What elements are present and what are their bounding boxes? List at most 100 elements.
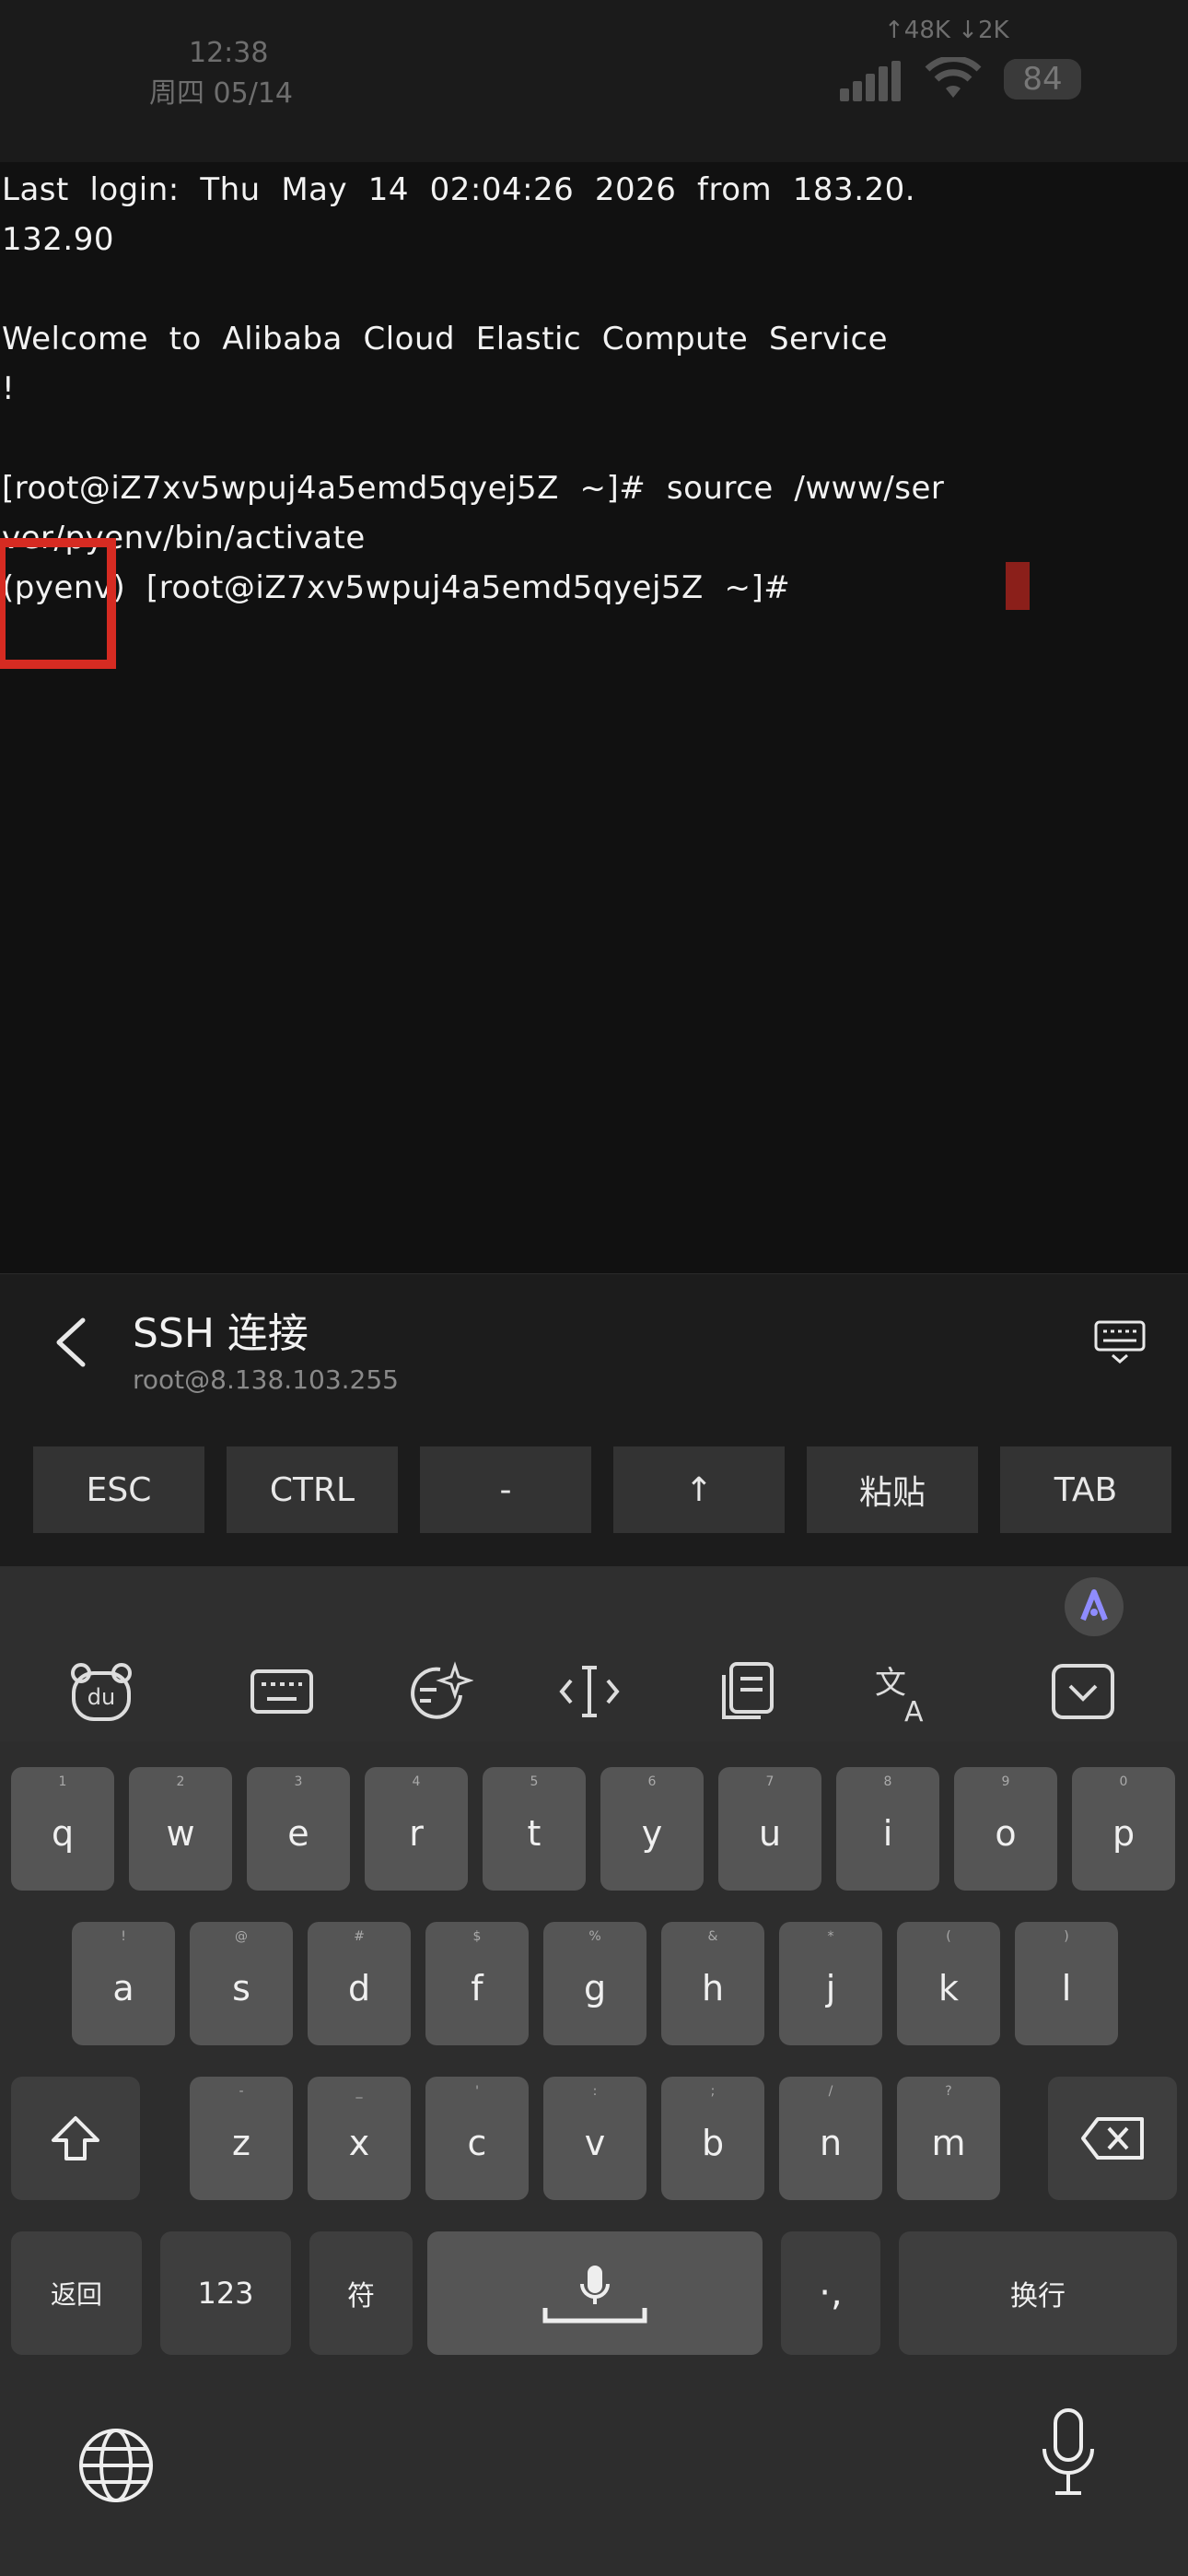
key-q[interactable]: 1q bbox=[11, 1767, 114, 1891]
translate-icon[interactable]: 文 A bbox=[868, 1657, 938, 1727]
key-p[interactable]: 0p bbox=[1072, 1767, 1175, 1891]
key-g[interactable]: % g bbox=[543, 1922, 646, 2045]
numbers-key[interactable]: 123 bbox=[160, 2231, 291, 2355]
key-hint: 7 bbox=[765, 1774, 775, 1789]
svg-text:A: A bbox=[904, 1696, 924, 1727]
battery-icon: 84 bbox=[1004, 59, 1081, 100]
up-arrow-key[interactable]: ↑ bbox=[613, 1446, 785, 1533]
punctuation-key[interactable]: ·, bbox=[781, 2231, 880, 2355]
key-l[interactable]: ) l bbox=[1015, 1922, 1118, 2045]
key-k[interactable]: (k bbox=[897, 1922, 1000, 2045]
keyboard-layout-icon[interactable] bbox=[247, 1657, 317, 1727]
key-label: v bbox=[584, 2123, 606, 2163]
key-label: t bbox=[527, 1813, 542, 1854]
dash-key[interactable]: - bbox=[420, 1446, 591, 1533]
key-label: j bbox=[825, 1968, 836, 2008]
key-hint: 2 bbox=[176, 1774, 185, 1789]
emoji-sparkle-icon[interactable] bbox=[403, 1657, 473, 1727]
network-speed: ↑48K ↓2K bbox=[884, 17, 1009, 44]
terminal-output[interactable]: Last login: Thu May 14 02:04:26 2026 fro… bbox=[0, 162, 1188, 1273]
globe-icon[interactable] bbox=[77, 2427, 155, 2504]
status-bar: 12:38 周四 05/14 ↑48K ↓2K 84 bbox=[0, 0, 1188, 162]
shift-key[interactable] bbox=[11, 2077, 140, 2200]
key-label: r bbox=[409, 1813, 424, 1854]
backspace-key[interactable] bbox=[1048, 2077, 1177, 2200]
key-hint: ! bbox=[121, 1929, 126, 1944]
status-date: 周四 05/14 bbox=[149, 77, 293, 110]
key-a[interactable]: ! a bbox=[72, 1922, 175, 2045]
key-t[interactable]: 5t bbox=[483, 1767, 586, 1891]
key-j[interactable]: * j bbox=[779, 1922, 882, 2045]
key-w[interactable]: 2w bbox=[129, 1767, 232, 1891]
terminal-line: Last login: Thu May 14 02:04:26 2026 fro… bbox=[2, 171, 916, 208]
key-o[interactable]: 9o bbox=[954, 1767, 1057, 1891]
ctrl-key[interactable]: CTRL bbox=[227, 1446, 398, 1533]
symbols-key[interactable]: 符 bbox=[309, 2231, 413, 2355]
space-key[interactable] bbox=[427, 2231, 763, 2355]
key-hint: % bbox=[588, 1929, 601, 1944]
key-s[interactable]: @ s bbox=[190, 1922, 293, 2045]
key-u[interactable]: 7u bbox=[718, 1767, 821, 1891]
session-host: root@8.138.103.255 bbox=[133, 1364, 399, 1395]
key-i[interactable]: 8i bbox=[836, 1767, 939, 1891]
terminal-cursor bbox=[1006, 562, 1030, 610]
annotation-highlight-box bbox=[0, 538, 116, 669]
key-label: b bbox=[701, 2123, 725, 2163]
key-label: i bbox=[882, 1813, 893, 1854]
back-arrow-icon[interactable] bbox=[42, 1313, 101, 1372]
key-n[interactable]: / n bbox=[779, 2077, 882, 2200]
keyboard-toggle-icon[interactable] bbox=[1094, 1320, 1146, 1364]
key-x[interactable]: _ x bbox=[308, 2077, 411, 2200]
enter-key[interactable]: 换行 bbox=[899, 2231, 1177, 2355]
cursor-move-icon[interactable] bbox=[554, 1657, 624, 1727]
key-hint: $ bbox=[472, 1929, 482, 1944]
key-h[interactable]: & h bbox=[661, 1922, 764, 2045]
key-z[interactable]: -z bbox=[190, 2077, 293, 2200]
key-e[interactable]: 3e bbox=[247, 1767, 350, 1891]
key-label: y bbox=[641, 1813, 663, 1854]
key-label: z bbox=[232, 2123, 250, 2163]
collapse-keyboard-icon[interactable] bbox=[1048, 1657, 1118, 1727]
key-hint: 5 bbox=[530, 1774, 539, 1789]
key-hint: - bbox=[239, 2084, 244, 2099]
bear-paw-icon[interactable]: du bbox=[66, 1657, 136, 1727]
terminal-line: 132.90 bbox=[2, 221, 114, 258]
key-c[interactable]: ' c bbox=[425, 2077, 529, 2200]
key-label: e bbox=[287, 1813, 309, 1854]
backspace-icon bbox=[1081, 2117, 1144, 2160]
terminal-prompt: (pyenv) [root@iZ7xv5wpuj4a5emd5qyej5Z ~]… bbox=[2, 569, 791, 606]
esc-key[interactable]: ESC bbox=[33, 1446, 204, 1533]
keyboard-toolbar: du 文 A bbox=[0, 1566, 1188, 1741]
tab-key[interactable]: TAB bbox=[1000, 1446, 1171, 1533]
key-label: s bbox=[232, 1968, 250, 2008]
key-r[interactable]: 4r bbox=[365, 1767, 468, 1891]
clipboard-icon[interactable] bbox=[711, 1657, 781, 1727]
key-label: w bbox=[166, 1813, 195, 1854]
key-label: n bbox=[819, 2123, 843, 2163]
key-v[interactable]: :v bbox=[543, 2077, 646, 2200]
session-title: SSH 连接 bbox=[133, 1310, 309, 1357]
key-y[interactable]: 6y bbox=[600, 1767, 704, 1891]
terminal-line: [root@iZ7xv5wpuj4a5emd5qyej5Z ~]# source… bbox=[2, 470, 945, 507]
return-key[interactable]: 返回 bbox=[11, 2231, 142, 2355]
key-hint: ' bbox=[475, 2084, 479, 2099]
key-f[interactable]: $ f bbox=[425, 1922, 529, 2045]
paste-key[interactable]: 粘贴 bbox=[807, 1446, 978, 1533]
key-hint: ? bbox=[945, 2084, 952, 2099]
key-b[interactable]: ; b bbox=[661, 2077, 764, 2200]
shift-arrow-icon bbox=[52, 2116, 99, 2160]
key-label: g bbox=[583, 1968, 607, 2008]
key-label: d bbox=[347, 1968, 371, 2008]
microphone-icon[interactable] bbox=[1039, 2406, 1098, 2499]
key-label: p bbox=[1112, 1813, 1136, 1854]
ai-assistant-icon[interactable] bbox=[1065, 1577, 1124, 1636]
key-label: o bbox=[995, 1813, 1017, 1854]
key-label: a bbox=[112, 1968, 134, 2008]
soft-keyboard: du 文 A 1 q 2 w 3 e 4 r 5 t 6 y 7 u 8 i 9… bbox=[0, 1566, 1188, 2576]
key-d[interactable]: # d bbox=[308, 1922, 411, 2045]
key-hint: 1 bbox=[58, 1774, 67, 1789]
key-m[interactable]: ? m bbox=[897, 2077, 1000, 2200]
key-label: m bbox=[931, 2123, 966, 2163]
status-time: 12:38 bbox=[189, 37, 269, 69]
wifi-icon bbox=[925, 57, 982, 98]
